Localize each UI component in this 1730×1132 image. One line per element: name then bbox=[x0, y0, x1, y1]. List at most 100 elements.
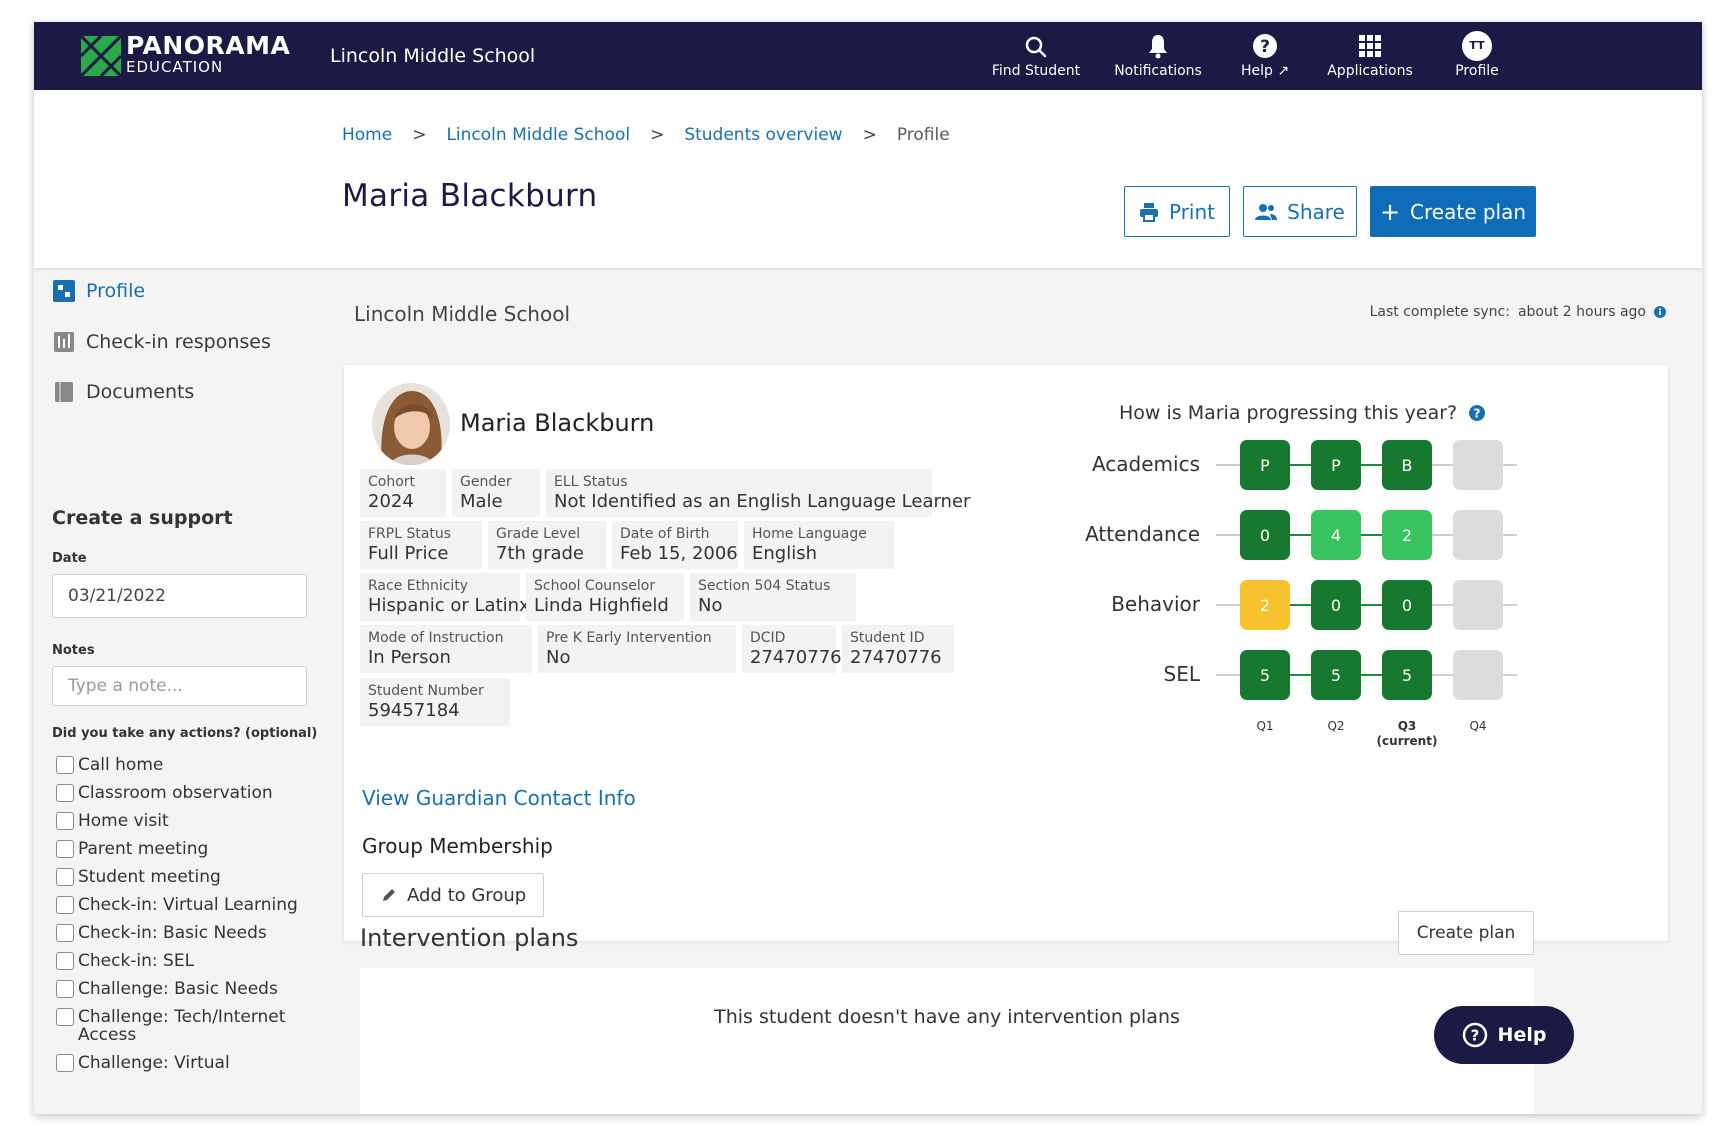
progress-indicator[interactable]: 5 bbox=[1382, 650, 1432, 700]
progress-indicator[interactable]: 2 bbox=[1382, 510, 1432, 560]
checkbox-check-in-virtual-learning[interactable]: Check-in: Virtual Learning bbox=[56, 896, 316, 914]
date-input[interactable]: 03/21/2022 bbox=[52, 574, 307, 618]
sidebar-item-profile[interactable]: Profile bbox=[52, 279, 145, 303]
checkbox-check-in-basic-needs[interactable]: Check-in: Basic Needs bbox=[56, 924, 316, 942]
breadcrumb-students-overview[interactable]: Students overview bbox=[684, 125, 842, 145]
nav-label: Find Student bbox=[991, 63, 1081, 79]
checkbox-student-meeting[interactable]: Student meeting bbox=[56, 868, 316, 886]
checkbox[interactable] bbox=[56, 840, 74, 858]
checkbox[interactable] bbox=[56, 980, 74, 998]
checkbox-call-home[interactable]: Call home bbox=[56, 756, 316, 774]
external-link-icon: ↗ bbox=[1277, 63, 1290, 79]
share-button[interactable]: Share bbox=[1243, 186, 1357, 237]
nav-notifications[interactable]: Notifications bbox=[1106, 31, 1210, 85]
nav-profile[interactable]: TT Profile bbox=[1440, 31, 1514, 85]
checkbox-classroom-observation[interactable]: Classroom observation bbox=[56, 784, 316, 802]
checkbox-challenge-basic-needs[interactable]: Challenge: Basic Needs bbox=[56, 980, 316, 998]
quarter-label: Q1 bbox=[1256, 719, 1274, 733]
create-support-title: Create a support bbox=[52, 507, 233, 529]
checkbox[interactable] bbox=[56, 1008, 74, 1026]
checkbox-parent-meeting[interactable]: Parent meeting bbox=[56, 840, 316, 858]
nav-label: Notifications bbox=[1114, 63, 1202, 79]
field-gender: Gender Male bbox=[452, 469, 540, 517]
checkbox-challenge-virtual[interactable]: Challenge: Virtual bbox=[56, 1054, 316, 1072]
sync-status: Last complete sync: about 2 hours ago bbox=[1370, 304, 1666, 320]
checkbox[interactable] bbox=[56, 756, 74, 774]
progress-indicator[interactable] bbox=[1453, 510, 1503, 560]
breadcrumb-separator: > bbox=[862, 125, 877, 145]
progress-indicator[interactable]: 4 bbox=[1311, 510, 1361, 560]
create-plan-button[interactable]: + Create plan bbox=[1370, 186, 1536, 237]
print-label: Print bbox=[1168, 199, 1215, 224]
progress-indicator[interactable] bbox=[1453, 440, 1503, 490]
checkbox[interactable] bbox=[56, 784, 74, 802]
page-title: Maria Blackburn bbox=[342, 178, 598, 214]
brand-wordmark[interactable]: PANORAMA EDUCATION bbox=[126, 33, 290, 76]
nav-school-name: Lincoln Middle School bbox=[330, 45, 536, 67]
field-mode-of-instruction: Mode of Instruction In Person bbox=[360, 625, 532, 673]
nav-applications[interactable]: Applications bbox=[1320, 31, 1420, 85]
checkbox[interactable] bbox=[56, 868, 74, 886]
field-cohort: Cohort 2024 bbox=[360, 469, 446, 517]
notes-input[interactable]: Type a note... bbox=[52, 666, 307, 706]
progress-indicator[interactable]: 0 bbox=[1311, 580, 1361, 630]
progress-indicator[interactable] bbox=[1453, 580, 1503, 630]
info-icon[interactable] bbox=[1654, 306, 1666, 318]
progress-indicator[interactable]: P bbox=[1240, 440, 1290, 490]
intervention-plans-title: Intervention plans bbox=[360, 924, 579, 952]
puzzle-icon bbox=[53, 280, 75, 302]
field-section-504-status: Section 504 Status No bbox=[690, 573, 856, 621]
pencil-icon bbox=[383, 889, 395, 901]
progress-indicator[interactable]: 2 bbox=[1240, 580, 1290, 630]
question-icon[interactable]: ? bbox=[1469, 405, 1486, 421]
progress-indicator[interactable]: 0 bbox=[1240, 510, 1290, 560]
checkbox-check-in-sel[interactable]: Check-in: SEL bbox=[56, 952, 316, 970]
progress-indicator[interactable] bbox=[1453, 650, 1503, 700]
checkbox-label: Classroom observation bbox=[78, 783, 273, 803]
checkbox-home-visit[interactable]: Home visit bbox=[56, 812, 316, 830]
breadcrumb-school[interactable]: Lincoln Middle School bbox=[446, 125, 630, 145]
checkbox-challenge-tech-internet-access[interactable]: Challenge: Tech/Internet Access bbox=[56, 1008, 316, 1044]
progress-indicator[interactable]: 0 bbox=[1382, 580, 1432, 630]
progress-connector bbox=[1290, 604, 1311, 606]
progress-indicator[interactable]: B bbox=[1382, 440, 1432, 490]
checkbox-label: Student meeting bbox=[78, 867, 221, 887]
checkbox-label: Parent meeting bbox=[78, 839, 209, 859]
checkbox-label: Check-in: Basic Needs bbox=[78, 923, 267, 943]
quarter-label: Q4 bbox=[1469, 719, 1487, 733]
checkbox[interactable] bbox=[56, 952, 74, 970]
view-guardian-contact-link[interactable]: View Guardian Contact Info bbox=[362, 786, 636, 810]
question-icon: ? bbox=[1462, 1022, 1487, 1048]
checkbox[interactable] bbox=[56, 924, 74, 942]
progress-indicator[interactable]: 5 bbox=[1240, 650, 1290, 700]
checkbox-label: Challenge: Basic Needs bbox=[78, 979, 278, 999]
intervention-create-plan-button[interactable]: Create plan bbox=[1398, 911, 1534, 955]
checkbox[interactable] bbox=[56, 812, 74, 830]
progress-indicator[interactable]: P bbox=[1311, 440, 1361, 490]
progress-question-text: How is Maria progressing this year? bbox=[1119, 402, 1458, 424]
nav-find-student[interactable]: Find Student bbox=[986, 31, 1086, 85]
avatar: TT bbox=[1462, 31, 1492, 61]
sync-label: Last complete sync: bbox=[1369, 304, 1510, 320]
checkbox[interactable] bbox=[56, 1054, 74, 1072]
sidebar-item-check-in-responses[interactable]: Check-in responses bbox=[52, 330, 271, 354]
progress-indicator[interactable]: 5 bbox=[1311, 650, 1361, 700]
help-floating-button[interactable]: ? Help bbox=[1434, 1006, 1574, 1064]
sidebar-item-documents[interactable]: Documents bbox=[52, 380, 194, 404]
add-to-group-button[interactable]: Add to Group bbox=[362, 873, 544, 917]
nav-help[interactable]: ? Help ↗ bbox=[1230, 31, 1300, 85]
progress-metric-label: Academics bbox=[1091, 452, 1200, 476]
breadcrumb-home[interactable]: Home bbox=[342, 125, 392, 145]
grid-icon bbox=[1359, 35, 1381, 57]
bell-icon bbox=[1149, 35, 1167, 59]
panorama-logo-icon[interactable] bbox=[81, 36, 121, 76]
group-membership-title: Group Membership bbox=[362, 834, 553, 858]
breadcrumb-separator: > bbox=[650, 125, 665, 145]
notes-label: Notes bbox=[52, 643, 95, 658]
student-photo bbox=[372, 383, 450, 465]
date-label: Date bbox=[52, 551, 87, 566]
top-nav: PANORAMA EDUCATION Lincoln Middle School… bbox=[34, 22, 1702, 90]
checkbox[interactable] bbox=[56, 896, 74, 914]
student-name: Maria Blackburn bbox=[460, 409, 655, 437]
print-button[interactable]: Print bbox=[1124, 186, 1230, 237]
